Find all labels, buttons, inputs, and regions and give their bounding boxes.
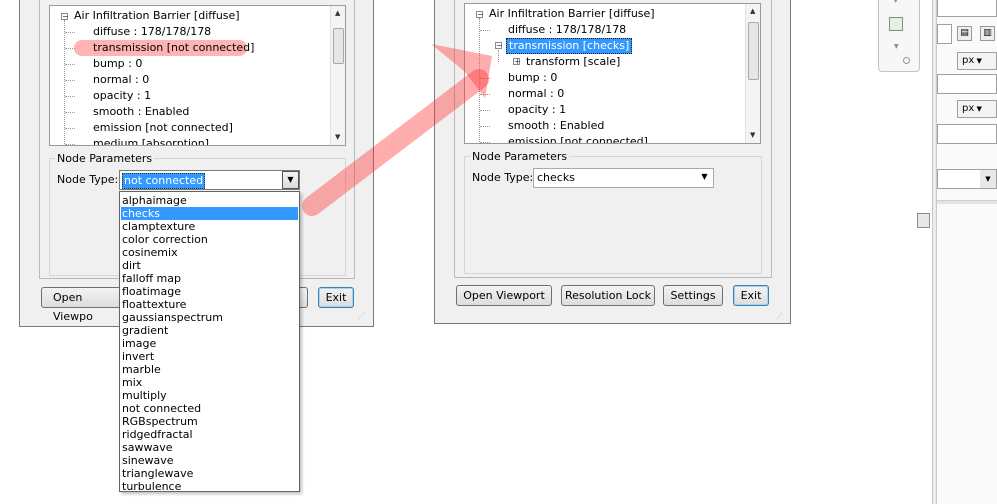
align-icon[interactable]: ▥: [980, 26, 995, 41]
unit-select-2-value: px: [962, 103, 975, 114]
chevron-down-icon: ▼: [974, 105, 982, 113]
side-toolbar: ▼ ▼: [878, 0, 920, 72]
chevron-down-icon[interactable]: ▼: [893, 0, 898, 4]
unit-select-2[interactable]: px ▼: [957, 100, 997, 118]
right-select-2[interactable]: ▼: [937, 169, 997, 189]
link-icon[interactable]: ▤: [957, 26, 972, 41]
splitter-handle[interactable]: [917, 213, 930, 228]
right-field-1[interactable]: [937, 24, 952, 44]
arrow-shaft: [302, 69, 489, 216]
unit-select-1[interactable]: px ▼: [957, 52, 997, 70]
annotation-arrow: [302, 44, 492, 216]
right-divider: [937, 200, 997, 204]
unit-select-1-value: px: [962, 55, 975, 66]
right-field-2[interactable]: [937, 74, 997, 94]
chevron-down-icon[interactable]: ▼: [894, 43, 899, 50]
chevron-down-icon: ▼: [974, 57, 982, 65]
right-select-1[interactable]: [937, 0, 997, 17]
circle-icon[interactable]: [903, 57, 910, 64]
find-icon[interactable]: [889, 17, 903, 31]
right-field-3[interactable]: [937, 124, 997, 144]
chevron-down-icon[interactable]: ▼: [980, 170, 996, 188]
